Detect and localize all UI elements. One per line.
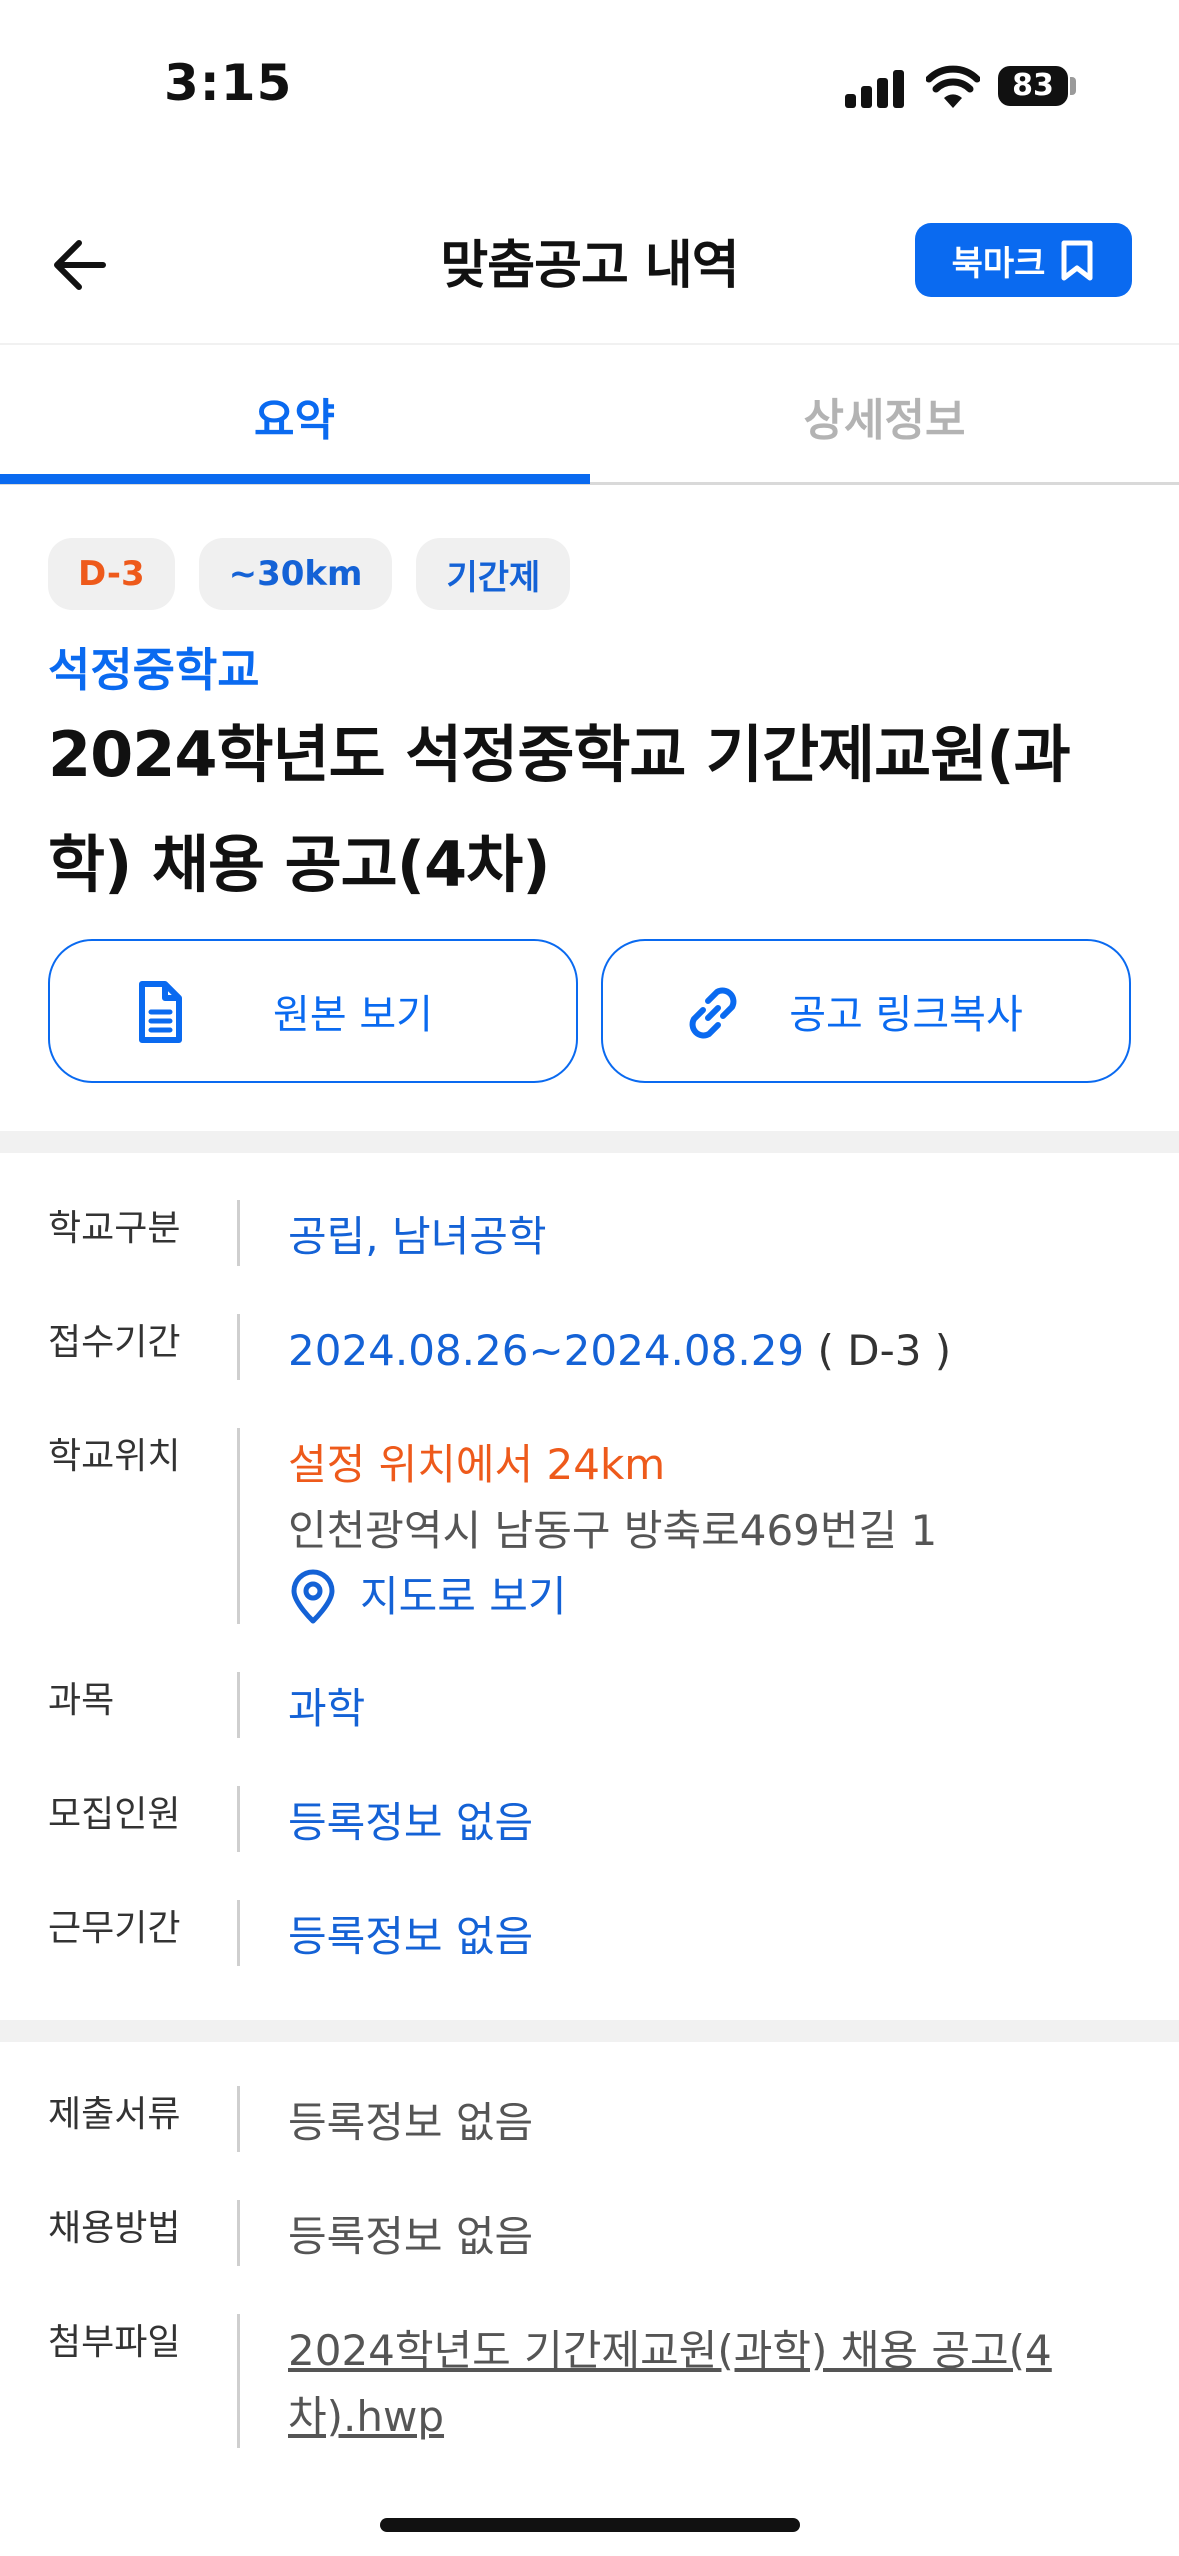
info-label: 과목	[48, 1680, 115, 1721]
tab-active-indicator	[0, 474, 590, 484]
subject-value: 과학	[288, 1684, 366, 1733]
status-bar: 3:15 83	[0, 0, 1179, 175]
view-map-label: 지도로 보기	[360, 1572, 567, 1621]
copy-link-label: 공고 링크복사	[789, 992, 1023, 1038]
home-indicator	[380, 2518, 800, 2532]
documents-value: 등록정보 없음	[288, 2098, 534, 2147]
period-dates: 2024.08.26~2024.08.29	[288, 1326, 805, 1375]
school-type-value: 공립, 남녀공학	[288, 1212, 547, 1261]
info-label: 접수기간	[48, 1322, 181, 1363]
view-original-label: 원본 보기	[273, 992, 433, 1038]
location-address: 인천광역시 남동구 방축로469번길 1	[288, 1506, 938, 1555]
info-label: 근무기간	[48, 1908, 181, 1949]
location-distance: 설정 위치에서 24km	[288, 1440, 666, 1489]
tab-bar: 요약 상세정보	[0, 345, 1179, 487]
employment-type-chip: 기간제	[416, 538, 571, 610]
period-dday: ( D-3 )	[817, 1326, 952, 1375]
bookmark-button[interactable]: 북마크	[915, 223, 1132, 297]
dday-chip: D-3	[48, 538, 175, 610]
school-name: 석정중학교	[48, 643, 260, 697]
info-label: 모집인원	[48, 1794, 181, 1835]
info-bar	[237, 1786, 240, 1852]
job-posting-screen: 3:15 83 맞춤공고 내역 북마크 요약 상세정보 D-3 ~30km 기간…	[0, 0, 1179, 2556]
method-value: 등록정보 없음	[288, 2212, 534, 2261]
battery-icon: 83	[998, 66, 1068, 106]
wifi-icon	[926, 65, 980, 108]
bookmark-label: 북마크	[951, 243, 1046, 284]
section-divider	[0, 2020, 1179, 2042]
info-label: 학교구분	[48, 1208, 181, 1249]
info-bar	[237, 2200, 240, 2266]
app-header: 맞춤공고 내역 북마크	[0, 175, 1179, 345]
copy-link-button[interactable]: 공고 링크복사	[601, 939, 1131, 1083]
view-original-button[interactable]: 원본 보기	[48, 939, 578, 1083]
distance-chip: ~30km	[198, 538, 393, 610]
info-label: 학교위치	[48, 1436, 181, 1477]
tag-chips: D-3 ~30km 기간제	[48, 538, 571, 610]
work-period-value: 등록정보 없음	[288, 1912, 534, 1961]
tab-detail[interactable]: 상세정보	[590, 345, 1179, 487]
headcount-value: 등록정보 없음	[288, 1798, 534, 1847]
info-bar	[237, 2314, 240, 2448]
cellular-signal-icon	[845, 68, 905, 108]
section-divider	[0, 1131, 1179, 1153]
info-bar	[237, 1428, 240, 1624]
battery-cap	[1070, 77, 1076, 95]
info-label: 채용방법	[48, 2208, 181, 2249]
info-bar	[237, 1200, 240, 1266]
period-value: 2024.08.26~2024.08.29 ( D-3 )	[288, 1318, 1148, 1384]
info-bar	[237, 2086, 240, 2152]
info-bar	[237, 1672, 240, 1738]
view-map-link[interactable]: 지도로 보기	[288, 1564, 1148, 1630]
job-title: 2024학년도 석정중학교 기간제교원(과학) 채용 공고(4차)	[48, 718, 1071, 901]
status-time: 3:15	[164, 54, 293, 112]
info-bar	[237, 1900, 240, 1966]
tab-summary[interactable]: 요약	[0, 345, 589, 487]
info-label: 첨부파일	[48, 2322, 181, 2363]
bookmark-icon	[1061, 240, 1093, 281]
map-pin-icon	[291, 1569, 335, 1624]
info-bar	[237, 1314, 240, 1380]
info-label: 제출서류	[48, 2094, 181, 2135]
location-value: 설정 위치에서 24km 인천광역시 남동구 방축로469번길 1 지도로 보기	[288, 1432, 1148, 1630]
attachment-link[interactable]: 2024학년도 기간제교원(과학) 채용 공고(4차).hwp	[288, 2318, 1088, 2450]
